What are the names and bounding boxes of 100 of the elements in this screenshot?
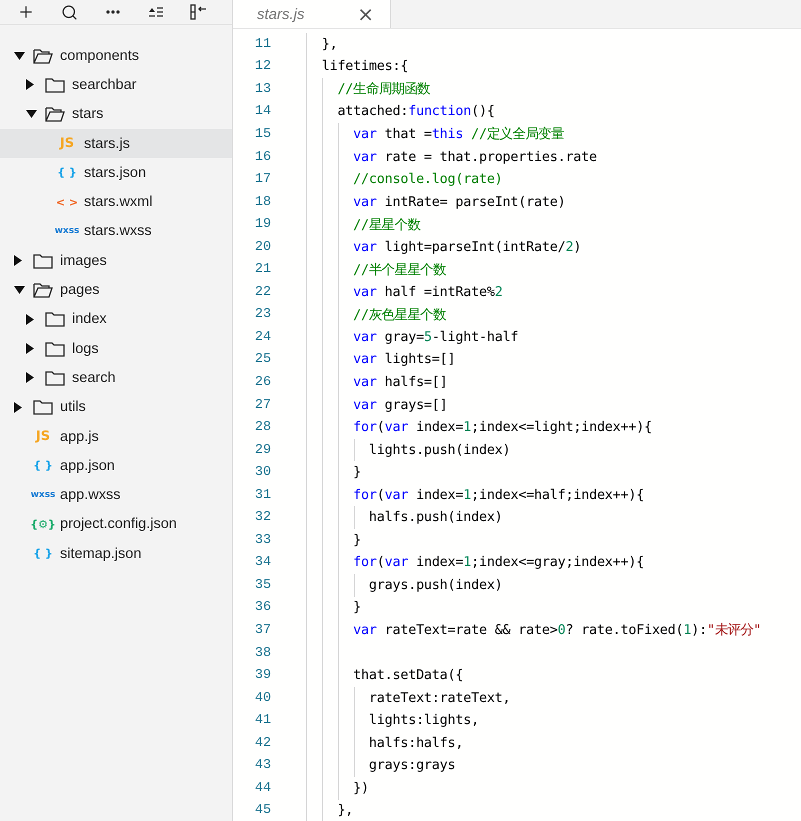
close-button[interactable]: × bbox=[357, 4, 374, 24]
code-line: //半个星星个数 bbox=[352, 262, 446, 279]
code-line: //星星个数 bbox=[352, 216, 420, 234]
code-line: //灰色星星个数 bbox=[352, 306, 446, 324]
code-line: var rate = that.properties.rate bbox=[352, 150, 597, 164]
code-line: halfs.push(index) bbox=[368, 510, 503, 526]
line-number: 37 bbox=[254, 622, 272, 638]
file-name: project.config.json bbox=[60, 516, 177, 532]
code-line: for(var index=1;index<=light;index++){ bbox=[352, 420, 652, 436]
code-line: } bbox=[352, 465, 362, 480]
folder-icon bbox=[45, 340, 65, 357]
code-line: var halfs=[] bbox=[352, 374, 448, 390]
code-line: var light=parseInt(intRate/2) bbox=[352, 240, 582, 255]
open-folder-icon bbox=[33, 48, 53, 64]
code-line: //console.log(rate) bbox=[352, 172, 503, 188]
folder-row[interactable]: utils bbox=[0, 392, 232, 422]
file-type-icon: < > bbox=[56, 196, 78, 209]
file-type-icon: JS bbox=[60, 136, 74, 152]
file-row[interactable]: { } sitemap.json bbox=[0, 539, 232, 568]
code-line: } bbox=[352, 532, 362, 548]
search-icon bbox=[60, 4, 78, 20]
line-number: 19 bbox=[254, 217, 272, 232]
caret-right-icon[interactable] bbox=[26, 372, 34, 384]
code-line: } bbox=[352, 600, 362, 616]
line-number: 11 bbox=[254, 36, 272, 52]
folder-name: search bbox=[72, 370, 116, 386]
folder-row[interactable]: search bbox=[0, 363, 232, 393]
code-line: rateText:rateText, bbox=[368, 690, 510, 706]
caret-right-icon[interactable] bbox=[14, 402, 22, 413]
code-line: that.setData({ bbox=[352, 668, 464, 684]
file-row[interactable]: {⚙} project.config.json bbox=[0, 510, 232, 540]
line-number: 17 bbox=[254, 172, 272, 188]
line-number: 29 bbox=[254, 442, 272, 458]
caret-right-icon[interactable] bbox=[26, 343, 34, 354]
caret-right-icon[interactable] bbox=[26, 314, 34, 325]
file-name: app.js bbox=[60, 428, 99, 444]
file-type-icon: JS bbox=[36, 429, 50, 444]
folder-name: components bbox=[60, 48, 139, 64]
folder-row[interactable]: logs bbox=[0, 334, 232, 364]
caret-right-icon[interactable] bbox=[14, 255, 22, 266]
folder-name: searchbar bbox=[72, 76, 136, 93]
file-row[interactable]: { } stars.json bbox=[0, 158, 232, 188]
editor-tab[interactable]: stars.js × bbox=[233, 0, 391, 28]
folder-icon bbox=[45, 370, 65, 386]
file-name: stars.wxml bbox=[84, 194, 152, 210]
line-number: 30 bbox=[254, 465, 272, 480]
file-name: app.wxss bbox=[60, 487, 120, 504]
caret-down-icon[interactable] bbox=[14, 286, 25, 294]
folder-row[interactable]: stars bbox=[0, 100, 232, 129]
file-name: sitemap.json bbox=[60, 546, 142, 562]
folder-row[interactable]: pages bbox=[0, 275, 232, 305]
folder-name: stars bbox=[72, 106, 104, 122]
file-type-icon: wxss bbox=[54, 226, 80, 236]
line-number: 41 bbox=[254, 713, 272, 728]
folder-name: logs bbox=[72, 340, 99, 357]
code-line: var gray=5-light-half bbox=[352, 330, 518, 345]
file-row[interactable]: { } app.json bbox=[0, 451, 232, 480]
code-line: attached:function(){ bbox=[336, 104, 495, 120]
collapse-icon bbox=[148, 6, 164, 18]
code-line: }, bbox=[336, 803, 354, 818]
more-icon bbox=[106, 10, 120, 14]
code-line: //生命周期函数 bbox=[336, 80, 430, 98]
line-number: 26 bbox=[254, 374, 272, 390]
file-type-icon: { } bbox=[57, 166, 77, 180]
code-line: var lights=[] bbox=[352, 352, 456, 368]
code-line: grays:grays bbox=[368, 758, 456, 774]
line-number: 45 bbox=[254, 803, 272, 818]
caret-down-icon[interactable] bbox=[14, 52, 25, 60]
panel-toggle-icon bbox=[190, 4, 208, 20]
line-number: 40 bbox=[254, 690, 272, 706]
folder-row[interactable]: searchbar bbox=[0, 70, 232, 100]
caret-right-icon[interactable] bbox=[26, 79, 34, 90]
folder-row[interactable]: images bbox=[0, 246, 232, 276]
caret-down-icon[interactable] bbox=[26, 110, 37, 118]
line-number: 33 bbox=[254, 532, 272, 548]
line-number: 23 bbox=[254, 307, 272, 322]
file-name: app.json bbox=[60, 458, 115, 474]
file-row[interactable]: wxss app.wxss bbox=[0, 480, 232, 510]
tab-label: stars.js bbox=[257, 6, 305, 22]
folder-icon bbox=[33, 399, 53, 416]
line-number: 24 bbox=[254, 330, 272, 345]
file-row[interactable]: JS app.js bbox=[0, 422, 232, 452]
file-row[interactable]: < > stars.wxml bbox=[0, 187, 232, 217]
line-number: 14 bbox=[254, 104, 272, 120]
folder-name: images bbox=[60, 252, 107, 269]
line-number: 36 bbox=[254, 600, 272, 616]
code-line: var rateText=rate && rate>0? rate.toFixed(1):"未评分" bbox=[352, 622, 762, 640]
folder-icon bbox=[33, 252, 53, 269]
folder-row[interactable]: index bbox=[0, 304, 232, 334]
line-number: 27 bbox=[254, 398, 272, 413]
line-number: 28 bbox=[254, 420, 272, 436]
code-line: lights:lights, bbox=[368, 713, 479, 728]
code-line: for(var index=1;index<=gray;index++){ bbox=[352, 555, 644, 570]
folder-row[interactable]: components bbox=[0, 41, 232, 70]
line-number: 35 bbox=[254, 578, 272, 593]
file-type-icon: { } bbox=[33, 547, 53, 560]
file-row[interactable]: wxss stars.wxss bbox=[0, 216, 232, 246]
file-name: stars.js bbox=[84, 136, 130, 152]
line-number: 43 bbox=[254, 758, 272, 774]
file-row[interactable]: JS stars.js bbox=[0, 128, 232, 158]
